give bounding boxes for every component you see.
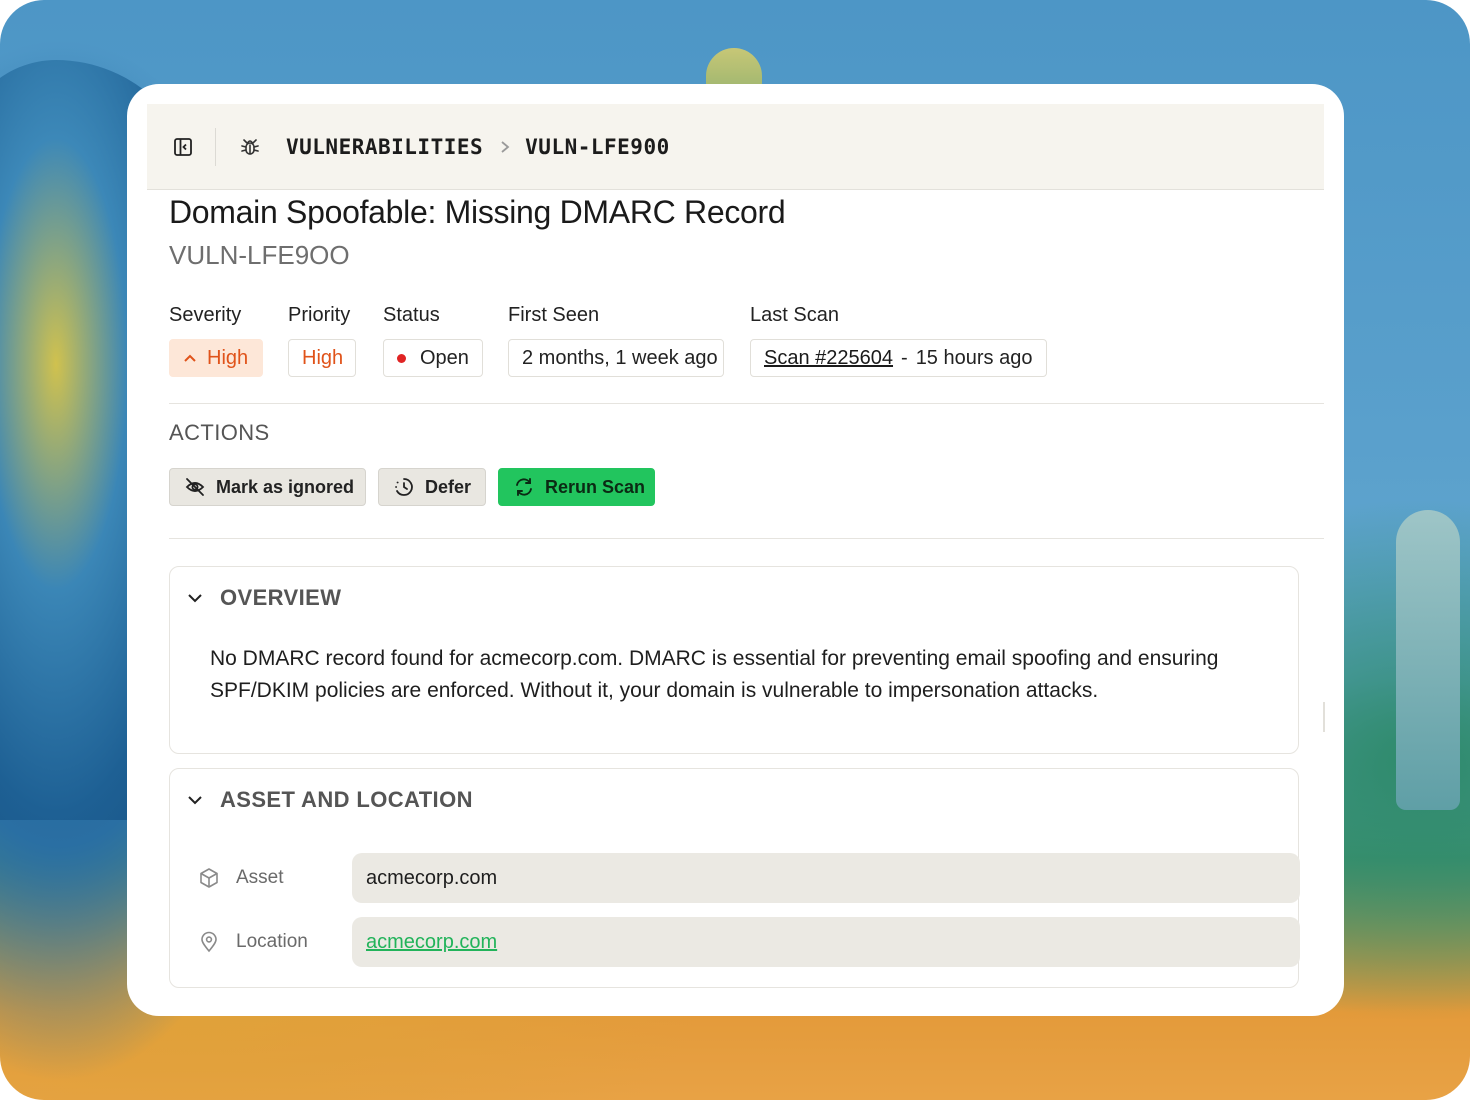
map-pin-icon (198, 931, 220, 953)
bug-icon (238, 135, 262, 159)
chevron-down-icon (186, 791, 204, 809)
overview-description: No DMARC record found for acmecorp.com. … (210, 647, 1219, 702)
last-scan-separator: - (901, 346, 908, 369)
clock-icon (393, 476, 415, 498)
mark-as-ignored-label: Mark as ignored (216, 476, 355, 497)
divider (169, 538, 1324, 539)
status-dot-icon (397, 353, 406, 363)
first-seen-value-chip: 2 months, 1 week ago (508, 339, 724, 377)
breadcrumb-current: VULN-LFE900 (525, 134, 670, 159)
first-seen-value: 2 months, 1 week ago (522, 346, 718, 369)
last-scan-ago: 15 hours ago (915, 346, 1033, 369)
vuln-id: VULN-LFE9OO (169, 240, 350, 270)
overview-header[interactable]: OVERVIEW (186, 585, 341, 611)
priority-field: Priority High (288, 304, 356, 377)
breadcrumb-chevron-icon (499, 140, 511, 154)
priority-badge[interactable]: High (288, 339, 356, 377)
top-bar: VULNERABILITIES VULN-LFE900 (147, 104, 1324, 190)
asset-location-panel: ASSET AND LOCATION Asset acmecorp.com Lo… (169, 768, 1300, 988)
breadcrumb-vulnerabilities[interactable]: VULNERABILITIES (286, 135, 483, 159)
divider (169, 403, 1324, 404)
status-label: Status (383, 304, 440, 326)
status-field: Status Open (383, 304, 483, 377)
location-link[interactable]: acmecorp.com (352, 917, 1300, 967)
last-scan-label: Last Scan (750, 304, 839, 326)
chevron-up-icon (183, 353, 197, 363)
chevron-down-icon (186, 589, 204, 607)
first-seen-field: First Seen 2 months, 1 week ago (508, 304, 724, 377)
toolbar-divider (215, 127, 216, 166)
priority-label: Priority (288, 304, 351, 326)
scrollbar[interactable] (1323, 702, 1325, 732)
overview-heading: OVERVIEW (220, 585, 342, 610)
background-cactus (1396, 510, 1460, 810)
status-value: Open (420, 346, 469, 369)
priority-value: High (302, 346, 344, 369)
defer-button[interactable]: Defer (378, 468, 486, 506)
asset-location-heading: ASSET AND LOCATION (220, 787, 473, 812)
severity-field: Severity High (169, 304, 263, 377)
last-scan-chip: Scan #225604 - 15 hours ago (750, 339, 1047, 377)
mark-as-ignored-button[interactable]: Mark as ignored (169, 468, 366, 506)
rerun-scan-label: Rerun Scan (545, 476, 646, 497)
last-scan-link[interactable]: Scan #225604 (764, 347, 893, 370)
location-row: Location acmecorp.com (198, 917, 1300, 967)
sidebar-toggle-icon[interactable] (171, 135, 195, 159)
severity-value: High (207, 346, 249, 369)
refresh-icon (513, 476, 535, 498)
defer-label: Defer (425, 476, 472, 497)
first-seen-label: First Seen (508, 304, 600, 326)
rerun-scan-button[interactable]: Rerun Scan (498, 468, 655, 506)
vulnerability-detail-window: VULNERABILITIES VULN-LFE900 Domain Spoof… (127, 84, 1344, 1016)
overview-panel: OVERVIEW No DMARC record found for acmec… (169, 566, 1299, 754)
asset-row: Asset acmecorp.com (198, 853, 1300, 903)
asset-location-header[interactable]: ASSET AND LOCATION (186, 787, 473, 813)
severity-label: Severity (169, 304, 242, 326)
asset-label: Asset (236, 867, 284, 888)
severity-badge[interactable]: High (169, 339, 263, 377)
last-scan-field: Last Scan Scan #225604 - 15 hours ago (750, 304, 1047, 377)
eye-off-icon (184, 476, 206, 498)
asset-value: acmecorp.com (352, 853, 1300, 903)
box-icon (198, 867, 220, 889)
status-badge[interactable]: Open (383, 339, 483, 377)
actions-heading: ACTIONS (169, 420, 270, 445)
location-label: Location (236, 931, 308, 952)
page-title: Domain Spoofable: Missing DMARC Record (169, 194, 786, 230)
